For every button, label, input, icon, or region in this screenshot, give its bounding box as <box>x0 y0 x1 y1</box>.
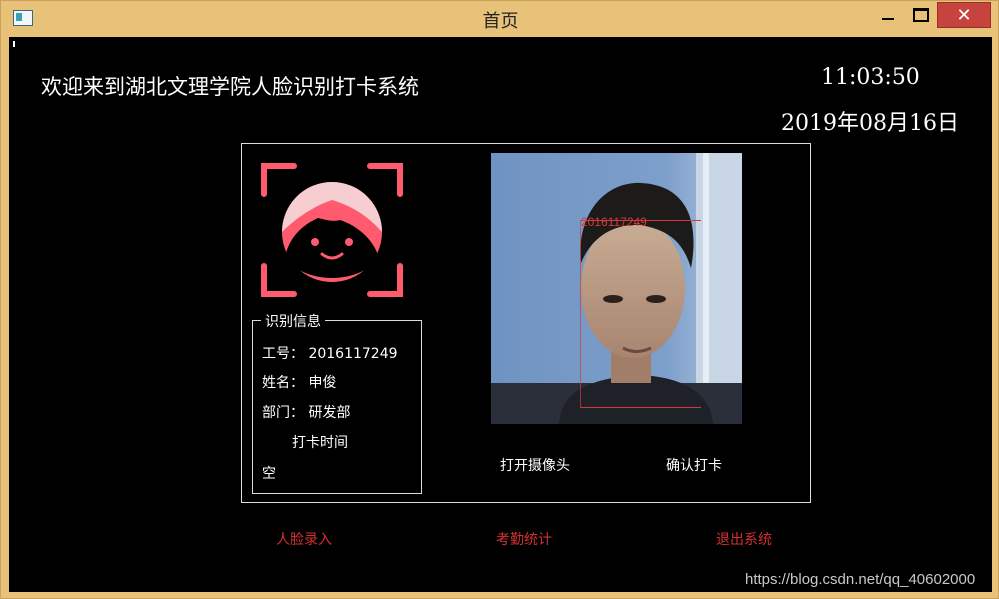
clock-time-value: 空 <box>262 466 276 482</box>
attendance-stats-link[interactable]: 考勤统计 <box>496 529 552 549</box>
title-bar[interactable]: 首页 ✕ <box>1 1 999 37</box>
recognition-panel: 识别信息 工号： 2016117249 姓名： 申俊 部门： 研发部 打卡时间 … <box>241 143 811 503</box>
current-time: 11:03:50 <box>821 65 920 90</box>
exit-system-link[interactable]: 退出系统 <box>716 529 772 549</box>
minimize-button[interactable] <box>873 3 903 27</box>
watermark-text: https://blog.csdn.net/qq_40602000 <box>745 571 976 588</box>
maximize-icon <box>913 8 929 22</box>
clock-time-label: 打卡时间 <box>292 435 348 451</box>
detected-id-label: 2016117249 <box>581 215 647 229</box>
recognition-info-group: 识别信息 工号： 2016117249 姓名： 申俊 部门： 研发部 打卡时间 … <box>252 311 422 494</box>
employee-name: 姓名： 申俊 <box>262 375 337 391</box>
employee-department: 部门： 研发部 <box>262 405 351 421</box>
current-date: 2019年08月16日 <box>781 111 959 136</box>
face-enroll-link[interactable]: 人脸录入 <box>276 529 332 549</box>
employee-id: 工号： 2016117249 <box>262 346 398 362</box>
close-button[interactable]: ✕ <box>937 2 991 28</box>
open-camera-button[interactable]: 打开摄像头 <box>500 455 570 475</box>
minimize-icon <box>882 18 894 20</box>
confirm-clock-in-button[interactable]: 确认打卡 <box>666 455 722 475</box>
main-content: 欢迎来到湖北文理学院人脸识别打卡系统 11:03:50 2019年08月16日 <box>9 37 992 592</box>
corner-marker <box>13 41 15 47</box>
group-title: 识别信息 <box>261 311 325 331</box>
face-scan-icon <box>261 163 403 297</box>
window-title: 首页 <box>482 11 519 32</box>
camera-preview: 2016117249 <box>491 153 742 424</box>
close-icon: ✕ <box>956 4 972 26</box>
app-window: 首页 ✕ 欢迎来到湖北文理学院人脸识别打卡系统 11:03:50 2019年08… <box>0 0 999 599</box>
welcome-heading: 欢迎来到湖北文理学院人脸识别打卡系统 <box>41 75 419 99</box>
face-detection-box <box>580 220 701 408</box>
maximize-button[interactable] <box>906 3 936 27</box>
